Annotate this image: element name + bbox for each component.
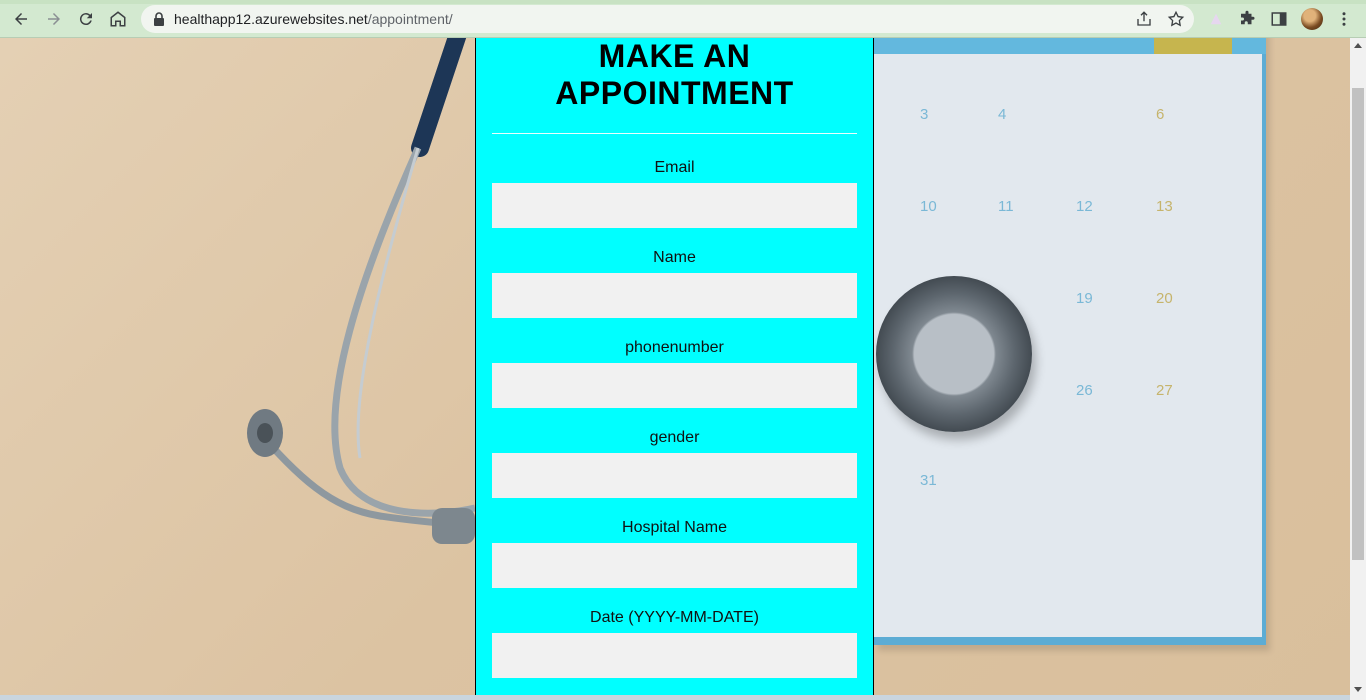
phonenumber-field[interactable] [492,363,857,408]
tab-strip-edge [0,0,1366,4]
address-bar[interactable]: healthapp12.azurewebsites.net/appointmen… [141,5,1194,33]
extension-triangle-icon[interactable] [1205,8,1227,30]
forward-icon[interactable] [43,8,65,30]
menu-kebab-icon[interactable] [1333,8,1355,30]
calendar-number: 27 [1156,382,1173,399]
url-text: healthapp12.azurewebsites.net/appointmen… [174,11,453,27]
calendar-header [874,38,1266,54]
calendar-number: 19 [1076,290,1093,307]
email-field[interactable] [492,183,857,228]
calendar-number: 4 [998,106,1007,123]
name-label: Name [653,249,696,266]
gender-field[interactable] [492,453,857,498]
home-icon[interactable] [107,8,129,30]
page-title: MAKE AN APPOINTMENT [476,38,873,112]
calendar-number: 13 [1156,198,1173,215]
date-label: Date (YYYY-MM-DATE) [590,609,759,626]
title-divider [492,133,857,134]
share-icon[interactable] [1135,10,1153,28]
name-field[interactable] [492,273,857,318]
calendar-number: 6 [1156,106,1165,123]
title-line-1: MAKE AN [598,38,751,74]
calendar-number: 3 [920,106,929,123]
phonenumber-label: phonenumber [625,339,724,356]
title-line-2: APPOINTMENT [555,75,794,111]
reload-icon[interactable] [75,8,97,30]
stethoscope-chestpiece [876,276,1032,432]
download-shelf-edge [0,695,1350,700]
lock-icon [154,12,164,26]
extensions-puzzle-icon[interactable] [1236,8,1258,30]
browser-toolbar: healthapp12.azurewebsites.net/appointmen… [0,0,1366,38]
calendar-number: 26 [1076,382,1093,399]
scroll-down-icon[interactable] [1354,687,1362,692]
calendar-number: 10 [920,198,937,215]
scroll-up-icon[interactable] [1354,43,1362,48]
calendar-number: 31 [920,472,937,489]
calendar-number: 11 [998,198,1014,215]
gender-label: gender [649,429,700,446]
appointment-form: MAKE AN APPOINTMENT Email Name phonenumb… [475,38,874,700]
calendar-number: 12 [1076,198,1093,215]
scrollbar-thumb[interactable] [1352,88,1364,560]
date-field[interactable] [492,633,857,678]
back-icon[interactable] [10,8,32,30]
profile-avatar[interactable] [1301,8,1323,30]
hospital-name-field[interactable] [492,543,857,588]
email-label: Email [654,159,695,176]
calendar-number: 20 [1156,290,1173,307]
side-panel-icon[interactable] [1268,8,1290,30]
page-viewport: 3 4 6 10 11 12 13 17 19 20 26 27 31 MAKE… [0,38,1350,700]
vertical-scrollbar[interactable] [1350,38,1366,700]
bookmark-star-icon[interactable] [1167,10,1185,28]
hospital-name-label: Hospital Name [622,519,727,536]
